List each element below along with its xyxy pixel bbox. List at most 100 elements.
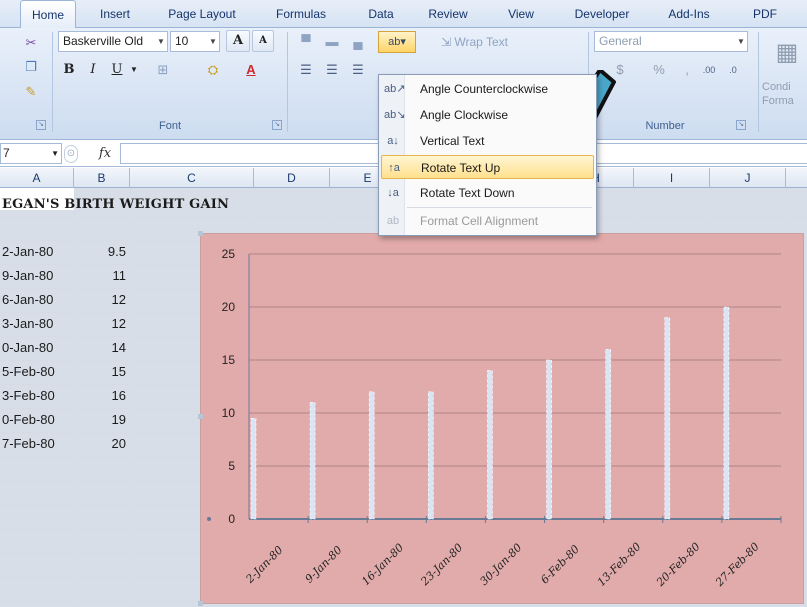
comma-button[interactable]: , xyxy=(680,59,694,81)
font-name-combo[interactable]: Baskerville Old ▼ xyxy=(58,31,168,52)
weight-cell[interactable]: 14 xyxy=(74,337,126,359)
weight-cell[interactable]: 15 xyxy=(74,361,126,383)
x-tick-label: 16-Jan-80 xyxy=(359,541,406,588)
align-right-icon[interactable]: ☰ xyxy=(346,59,370,81)
menu-item-angle-clockwise[interactable]: ab↘ Angle Clockwise xyxy=(381,103,594,127)
font-size-combo[interactable]: 10 ▼ xyxy=(170,31,220,52)
date-cell[interactable]: 5-Feb-80 xyxy=(2,361,72,383)
chevron-down-icon[interactable]: ▼ xyxy=(735,32,747,51)
increase-decimal-button[interactable]: .00 xyxy=(698,59,720,81)
align-center-icon[interactable]: ☰ xyxy=(320,59,344,81)
column-header-i[interactable]: I xyxy=(634,168,710,188)
y-tick-label: 5 xyxy=(228,459,235,473)
borders-icon[interactable]: ⊞ xyxy=(148,59,178,81)
chart-resize-handle[interactable] xyxy=(198,601,203,606)
align-middle-icon[interactable]: ▬ xyxy=(320,31,344,53)
tab-review[interactable]: Review xyxy=(420,0,476,28)
decrease-decimal-button[interactable]: .0 xyxy=(722,59,744,81)
wrap-text-label: Wrap Text xyxy=(454,35,508,49)
wrap-text-button[interactable]: ⇲ Wrap Text xyxy=(440,31,530,53)
chevron-down-icon[interactable]: ▼ xyxy=(128,59,140,81)
data-bar xyxy=(250,418,257,520)
number-launcher-icon[interactable]: ↘ xyxy=(736,120,746,130)
number-format-combo[interactable]: General ▼ xyxy=(594,31,748,52)
tab-home[interactable]: Home xyxy=(20,0,76,29)
underline-button[interactable]: U xyxy=(106,59,128,81)
weight-cell[interactable]: 12 xyxy=(74,313,126,335)
date-cell[interactable]: 7-Feb-80 xyxy=(2,433,72,455)
tab-data[interactable]: Data xyxy=(361,0,401,28)
column-header-j[interactable]: J xyxy=(710,168,786,188)
insert-function-button[interactable]: fx xyxy=(92,144,118,164)
column-header-b[interactable]: B xyxy=(74,168,130,188)
font-launcher-icon[interactable]: ↘ xyxy=(272,120,282,130)
chevron-down-icon[interactable]: ▼ xyxy=(207,32,219,51)
number-format-value: General xyxy=(599,34,642,48)
weight-cell[interactable]: 9.5 xyxy=(74,241,126,263)
align-left-icon[interactable]: ☰ xyxy=(294,59,318,81)
x-tick-label: 6-Feb-80 xyxy=(538,543,582,587)
chart-resize-handle[interactable] xyxy=(198,231,203,236)
tab-view[interactable]: View xyxy=(498,0,544,28)
data-bar xyxy=(723,306,730,520)
format-painter-icon[interactable]: ✎ xyxy=(18,81,44,103)
column-header-a[interactable]: A xyxy=(0,168,74,188)
bold-button[interactable]: B xyxy=(58,59,80,81)
chart-area[interactable]: 0 5 10 15 20 25 2-Jan-80 9-Jan-80 16-Jan-80 23-Ja… xyxy=(198,231,804,606)
formula-bar-toggle-icon[interactable]: ⊙ xyxy=(64,145,78,163)
date-cell[interactable]: 0-Feb-80 xyxy=(2,409,72,431)
cut-icon[interactable]: ✂ xyxy=(18,32,44,54)
weight-cell[interactable]: 20 xyxy=(74,433,126,455)
date-cell[interactable]: 2-Jan-80 xyxy=(2,241,72,263)
data-bar xyxy=(487,370,493,520)
name-box[interactable]: 7 ▼ xyxy=(0,143,62,164)
sheet-title-cell[interactable]: EGAN'S BIRTH WEIGHT GAIN xyxy=(2,194,229,216)
chart-resize-handle[interactable] xyxy=(198,414,203,419)
orientation-menu: ab↗ Angle Counterclockwise ab↘ Angle Clo… xyxy=(378,74,597,236)
menu-item-rotate-text-down[interactable]: ↓a Rotate Text Down xyxy=(381,181,594,205)
align-top-icon[interactable]: ▀ xyxy=(294,31,318,53)
data-bar xyxy=(309,402,316,520)
data-bar xyxy=(605,349,611,520)
shrink-font-button[interactable]: A xyxy=(252,30,274,52)
y-tick-label: 10 xyxy=(222,406,236,420)
orientation-button[interactable]: ab▾ xyxy=(378,31,416,53)
menu-item-vertical-text[interactable]: a↓ Vertical Text xyxy=(381,129,594,153)
weight-cell[interactable]: 11 xyxy=(74,265,127,287)
tab-insert[interactable]: Insert xyxy=(90,0,140,28)
italic-button[interactable]: I xyxy=(82,59,104,81)
conditional-formatting-icon[interactable]: ▦ xyxy=(772,32,802,72)
tab-developer[interactable]: Developer xyxy=(566,0,638,28)
date-cell[interactable]: 3-Feb-80 xyxy=(2,385,72,407)
copy-icon[interactable]: ❐ xyxy=(18,56,44,78)
weight-cell[interactable]: 16 xyxy=(74,385,126,407)
vertical-text-icon: a↓ xyxy=(387,135,399,147)
group-separator xyxy=(758,32,759,132)
grow-font-button[interactable]: A xyxy=(226,30,250,52)
menu-item-format-cell-alignment[interactable]: ab Format Cell Alignment xyxy=(381,209,594,233)
menu-item-rotate-text-up[interactable]: ↑a Rotate Text Up xyxy=(381,155,594,179)
weight-cell[interactable]: 12 xyxy=(74,289,126,311)
weight-cell[interactable]: 19 xyxy=(74,409,126,431)
menu-item-angle-counterclockwise[interactable]: ab↗ Angle Counterclockwise xyxy=(381,77,594,101)
chevron-down-icon[interactable]: ▼ xyxy=(51,144,59,163)
column-header-d[interactable]: D xyxy=(254,168,330,188)
conditional-formatting-button[interactable]: Condi Forma xyxy=(762,80,807,108)
date-cell[interactable]: 6-Jan-80 xyxy=(2,289,72,311)
tab-formulas[interactable]: Formulas xyxy=(268,0,334,28)
date-cell[interactable]: 9-Jan-80 xyxy=(2,265,72,287)
tab-page-layout[interactable]: Page Layout xyxy=(160,0,244,28)
menu-item-label: Rotate Text Down xyxy=(420,186,515,200)
clipboard-launcher-icon[interactable]: ↘ xyxy=(36,120,46,130)
menu-item-label: Angle Clockwise xyxy=(420,108,509,122)
date-cell[interactable]: 0-Jan-80 xyxy=(2,337,72,359)
tab-add-ins[interactable]: Add-Ins xyxy=(660,0,718,28)
date-cell[interactable]: 3-Jan-80 xyxy=(2,313,72,335)
column-header-c[interactable]: C xyxy=(130,168,254,188)
align-bottom-icon[interactable]: ▄ xyxy=(346,31,370,53)
font-color-button[interactable]: A xyxy=(236,59,266,81)
percent-button[interactable]: % xyxy=(640,59,678,81)
tab-pdf[interactable]: PDF xyxy=(745,0,785,28)
fill-color-icon[interactable]: ⛭ xyxy=(196,59,230,81)
chevron-down-icon[interactable]: ▼ xyxy=(155,32,167,51)
